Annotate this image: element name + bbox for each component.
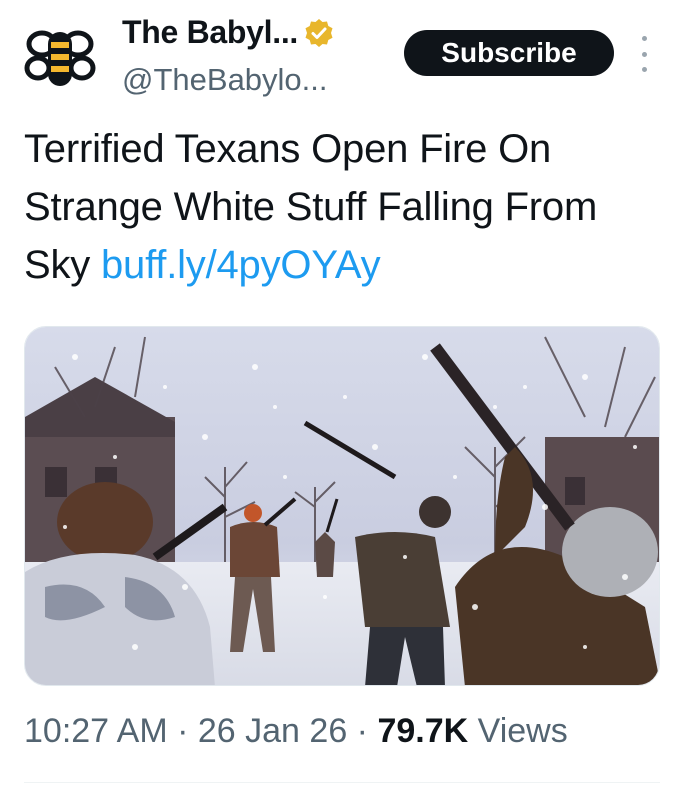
divider <box>24 782 660 783</box>
snow-hunters-photo <box>25 327 659 685</box>
dot-icon <box>641 51 647 57</box>
more-options-icon[interactable] <box>634 36 654 72</box>
author-name[interactable]: The Babyl... <box>122 14 298 51</box>
subscribe-button[interactable]: Subscribe <box>404 30 614 76</box>
dot-icon <box>641 67 647 72</box>
tweet-date[interactable]: 26 Jan 26 <box>198 712 347 750</box>
separator: · <box>167 712 198 750</box>
tweet-time[interactable]: 10:27 AM <box>24 712 168 750</box>
tweet-header: The Babyl... @TheBabylo... Subscribe <box>0 0 682 110</box>
verified-badge-icon[interactable] <box>304 18 334 48</box>
tweet-link[interactable]: buff.ly/4pyOYAy <box>101 243 381 287</box>
tweet-meta: 10:27 AM · 26 Jan 26 · 79.7K Views <box>24 712 568 751</box>
views-count[interactable]: 79.7K <box>377 712 468 750</box>
views-label: Views <box>468 712 568 750</box>
bee-logo-avatar[interactable] <box>24 22 96 94</box>
separator: · <box>347 712 378 750</box>
tweet-text: Terrified Texans Open Fire On Strange Wh… <box>24 120 664 294</box>
author-name-row[interactable]: The Babyl... <box>122 14 334 51</box>
author-handle[interactable]: @TheBabylo... <box>122 62 328 98</box>
dot-icon <box>641 36 647 41</box>
tweet-media-photo[interactable] <box>24 326 660 686</box>
